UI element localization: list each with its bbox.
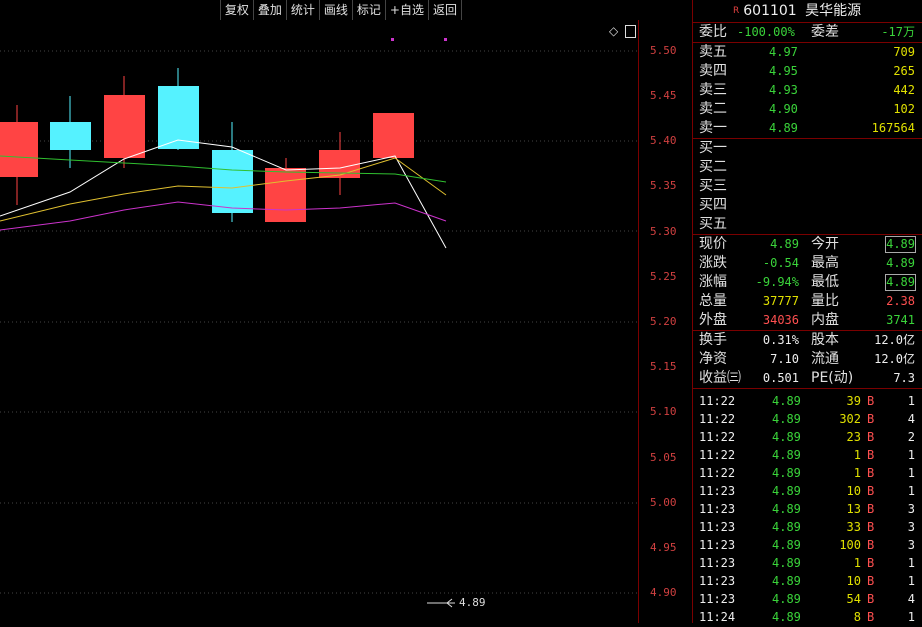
quote-row: 外盘 34036 内盘 3741 — [693, 311, 922, 331]
y-tick-label: 5.10 — [650, 405, 677, 418]
tick-row: 11:23 4.89 13 B 3 — [699, 502, 915, 516]
bid-row: 买四 — [699, 197, 727, 213]
y-tick-label: 4.95 — [650, 541, 677, 554]
tick-row: 11:22 4.89 39 B 1 — [699, 394, 915, 408]
tick-row: 11:22 4.89 1 B 1 — [699, 448, 915, 462]
info-row: 净资 7.10 流通 12.0亿 — [699, 351, 915, 367]
quote-panel: R 601101 昊华能源 委比 -100.00% 委差 -17万 卖五 4.97… — [692, 0, 922, 626]
tick-row: 11:23 4.89 100 B 3 — [699, 538, 915, 552]
ask-row: 卖三 4.93 442 — [699, 82, 915, 98]
candle-body — [158, 86, 199, 149]
marker-dot — [444, 38, 447, 41]
tick-row: 11:24 4.89 8 B 1 — [699, 610, 915, 624]
company-info: 换手 0.31% 股本 12.0亿 净资 7.10 流通 12.0亿 收益㈢ 0… — [693, 331, 922, 389]
quote-row: 涨幅 -9.94% 最低 4.89 — [699, 274, 916, 291]
bid-row: 买一 — [699, 140, 727, 156]
ask-row: 卖一 4.89 167564 — [693, 119, 922, 139]
kline-chart-area[interactable]: 4.89 复权 叠加 统计 画线 标记 +自选 返回 ◇ 5.50 5.45 5… — [0, 0, 692, 623]
restore-rights-button[interactable]: 复权 — [221, 0, 254, 20]
chart-toolbar: 复权 叠加 统计 画线 标记 +自选 返回 — [219, 0, 462, 20]
y-tick-label: 5.20 — [650, 315, 677, 328]
quote-row: 总量 37777 量比 2.38 — [699, 293, 915, 309]
back-button[interactable]: 返回 — [429, 0, 462, 20]
marker-dot — [391, 38, 394, 41]
tick-row: 11:22 4.89 1 B 1 — [699, 466, 915, 480]
chart-icons: ◇ — [609, 24, 637, 38]
ask-row: 卖五 4.97 709 — [699, 44, 915, 60]
tick-row: 11:23 4.89 10 B 1 — [699, 484, 915, 498]
bid-row: 买三 — [699, 178, 727, 194]
tick-row: 11:22 4.89 302 B 4 — [699, 412, 915, 426]
ratio-value: -100.00% — [737, 25, 795, 39]
info-row: 收益㈢ 0.501 PE(动) 7.3 — [693, 369, 922, 389]
kline-svg — [0, 38, 638, 608]
stock-badge: R — [733, 6, 740, 16]
price-marker-label: 4.89 — [459, 596, 486, 609]
y-tick-label: 5.15 — [650, 360, 677, 373]
stock-code: 601101 — [743, 3, 797, 19]
bid-row: 买五 — [693, 215, 922, 235]
order-ratio-row: 委比 -100.00% 委差 -17万 — [693, 23, 922, 43]
diff-label: 委差 — [811, 24, 839, 40]
y-tick-label: 5.30 — [650, 225, 677, 238]
y-tick-label: 5.35 — [650, 179, 677, 192]
y-tick-label: 5.50 — [650, 44, 677, 57]
tick-row: 11:23 4.89 10 B 1 — [699, 574, 915, 588]
quote-stats: 现价 4.89 今开 4.89 涨跌 -0.54 最高 4.89 涨幅 -9.9… — [693, 235, 922, 331]
draw-line-button[interactable]: 画线 — [320, 0, 353, 20]
y-tick-label: 4.90 — [650, 586, 677, 599]
quote-row: 现价 4.89 今开 4.89 — [699, 236, 916, 253]
ask-book: 卖五 4.97 709 卖四 4.95 265 卖三 4.93 442 卖二 4… — [693, 43, 922, 139]
statistics-button[interactable]: 统计 — [287, 0, 320, 20]
y-axis-line — [638, 20, 639, 623]
tick-row: 11:22 4.89 23 B 2 — [699, 430, 915, 444]
ask-row: 卖二 4.90 102 — [699, 101, 915, 117]
overlay-button[interactable]: 叠加 — [254, 0, 287, 20]
candle-body — [265, 168, 306, 222]
candle-body — [50, 122, 91, 150]
candle-body — [104, 95, 145, 158]
y-tick-label: 5.45 — [650, 89, 677, 102]
ratio-label: 委比 — [699, 24, 727, 40]
stock-name: 昊华能源 — [805, 3, 862, 19]
candle-body — [212, 150, 253, 213]
stock-title: R 601101 昊华能源 — [693, 0, 922, 23]
window-icon[interactable] — [625, 25, 637, 38]
y-tick-label: 5.00 — [650, 496, 677, 509]
diff-value: -17万 — [881, 25, 915, 39]
candle-body — [0, 122, 38, 177]
y-tick-label: 5.40 — [650, 134, 677, 147]
candle-body — [319, 150, 360, 178]
tick-row: 11:23 4.89 33 B 3 — [699, 520, 915, 534]
quote-row: 涨跌 -0.54 最高 4.89 — [699, 255, 915, 271]
ask-row: 卖四 4.95 265 — [699, 63, 915, 79]
bid-row: 买二 — [699, 159, 727, 175]
mark-button[interactable]: 标记 — [353, 0, 386, 20]
add-watchlist-button[interactable]: +自选 — [386, 0, 429, 20]
tick-list[interactable]: 11:22 4.89 39 B 1 11:22 4.89 302 B 4 11:22 4.89 23… — [693, 389, 922, 626]
diamond-icon[interactable]: ◇ — [609, 24, 618, 38]
y-tick-label: 5.25 — [650, 270, 677, 283]
bid-book: 买一 买二 买三 买四 买五 — [693, 139, 922, 235]
y-tick-label: 5.05 — [650, 451, 677, 464]
candle-body — [373, 113, 414, 158]
candles — [0, 68, 414, 222]
info-row: 换手 0.31% 股本 12.0亿 — [699, 332, 915, 348]
tick-row: 11:23 4.89 1 B 1 — [699, 556, 915, 570]
tick-row: 11:23 4.89 54 B 4 — [699, 592, 915, 606]
